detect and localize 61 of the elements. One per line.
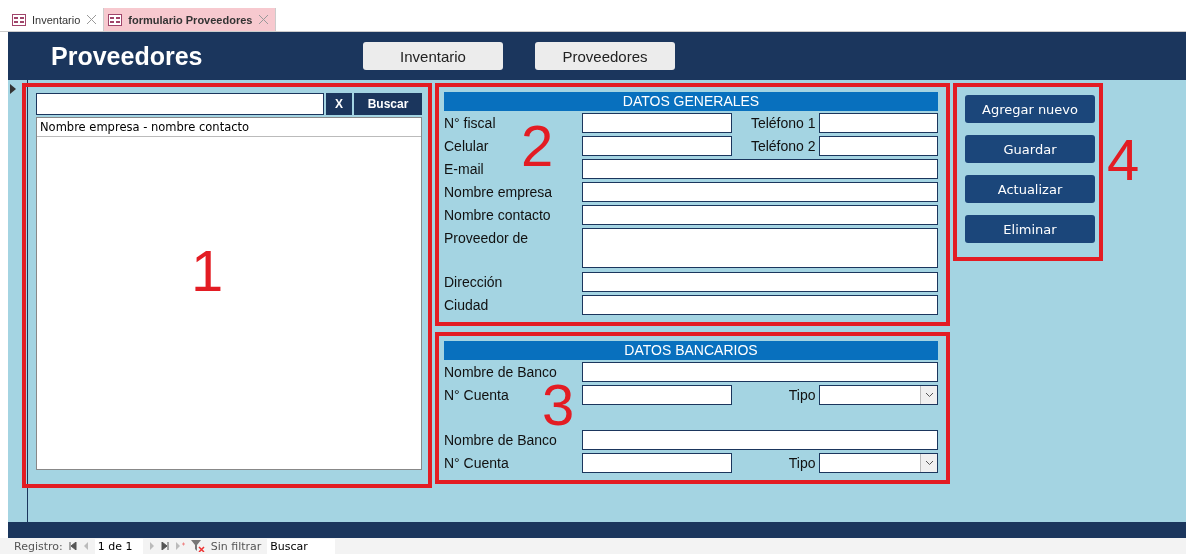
field-label: Tipo bbox=[787, 386, 817, 403]
list-header: Nombre empresa - nombre contacto bbox=[37, 118, 421, 137]
field-label: Tipo bbox=[787, 454, 817, 471]
input-field[interactable] bbox=[581, 430, 938, 450]
input-field[interactable] bbox=[581, 182, 938, 202]
field-label: Teléfono 2 bbox=[749, 137, 817, 154]
field-label: N° Cuenta bbox=[444, 454, 510, 471]
dropdown[interactable] bbox=[819, 453, 938, 473]
field-label: Nombre de Banco bbox=[444, 431, 558, 448]
input-field[interactable] bbox=[581, 272, 938, 292]
input-field[interactable] bbox=[582, 113, 732, 133]
field-label: N° fiscal bbox=[444, 114, 497, 131]
section-title: DATOS BANCARIOS bbox=[444, 341, 938, 360]
form-icon bbox=[12, 13, 26, 26]
input-field[interactable] bbox=[582, 136, 732, 156]
annotation-number: 1 bbox=[191, 242, 224, 300]
field-label: Celular bbox=[444, 137, 490, 154]
field-label: Dirección bbox=[444, 273, 504, 290]
action-button[interactable]: Actualizar bbox=[965, 175, 1095, 203]
action-button[interactable]: Guardar bbox=[965, 135, 1095, 163]
filter-status[interactable]: Sin filtrar bbox=[210, 539, 262, 553]
input-field[interactable] bbox=[819, 113, 938, 133]
document-tab[interactable]: formulario Proveedores bbox=[104, 8, 277, 31]
nav-button[interactable]: Proveedores bbox=[535, 42, 675, 70]
clear-button[interactable]: X bbox=[326, 93, 352, 115]
form-title: Proveedores bbox=[50, 41, 204, 71]
search-field[interactable]: Buscar bbox=[267, 538, 336, 554]
field-label: Ciudad bbox=[444, 296, 490, 313]
close-icon[interactable] bbox=[86, 14, 98, 25]
form-icon bbox=[108, 13, 123, 26]
chevron-down-icon bbox=[924, 460, 934, 466]
annotation-number: 4 bbox=[1107, 131, 1140, 189]
input-field[interactable] bbox=[582, 385, 732, 405]
annotation-number: 2 bbox=[521, 117, 554, 175]
status-label: Registro: bbox=[14, 539, 63, 553]
record-position-field[interactable]: 1 de 1 bbox=[94, 538, 143, 554]
input-field[interactable] bbox=[581, 205, 938, 225]
field-label: Teléfono 1 bbox=[749, 114, 817, 131]
field-label: Nombre empresa bbox=[444, 183, 554, 200]
last-record-icon[interactable] bbox=[160, 542, 169, 550]
first-record-icon[interactable] bbox=[68, 542, 77, 550]
action-button[interactable]: Agregar nuevo bbox=[965, 95, 1095, 123]
dropdown[interactable] bbox=[819, 385, 938, 405]
input-field[interactable] bbox=[819, 136, 938, 156]
field-label: Proveedor de bbox=[444, 229, 530, 246]
text-area[interactable] bbox=[581, 228, 938, 268]
search-field[interactable] bbox=[36, 93, 324, 115]
input-field[interactable] bbox=[581, 362, 938, 382]
section-title: DATOS GENERALES bbox=[444, 92, 938, 111]
input-field[interactable] bbox=[581, 159, 938, 179]
nav-button[interactable]: Inventario bbox=[363, 42, 503, 70]
filter-icon[interactable] bbox=[190, 540, 205, 552]
input-field[interactable] bbox=[582, 453, 732, 473]
field-label: Nombre contacto bbox=[444, 206, 552, 223]
field-label: E-mail bbox=[444, 160, 485, 177]
search-button[interactable]: Buscar bbox=[354, 93, 422, 115]
input-field[interactable] bbox=[581, 295, 938, 315]
record-selector-icon bbox=[10, 84, 16, 94]
action-button[interactable]: Eliminar bbox=[965, 215, 1095, 243]
field-label: N° Cuenta bbox=[444, 386, 510, 403]
chevron-down-icon bbox=[924, 392, 934, 398]
